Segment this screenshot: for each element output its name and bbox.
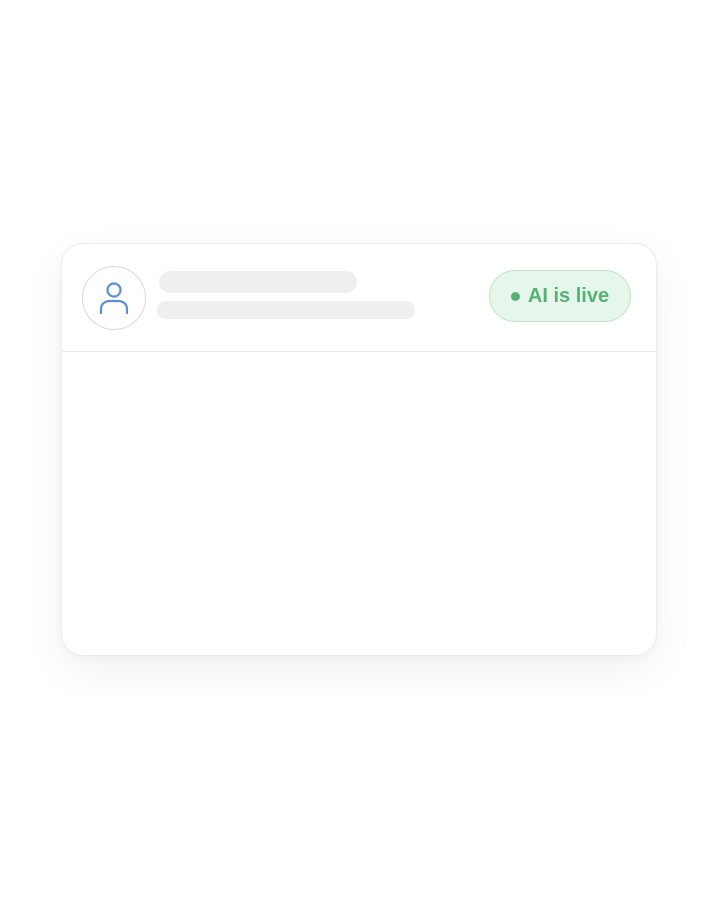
ai-status-label: AI is live (527, 285, 610, 307)
card-header: AI is live (62, 244, 656, 352)
live-dot-icon (510, 291, 520, 301)
card-body (62, 352, 656, 655)
ai-status-badge: AI is live (489, 270, 631, 322)
user-icon (98, 281, 130, 315)
avatar[interactable] (82, 266, 146, 330)
page: AI is live (0, 0, 720, 900)
conversation-card: AI is live (61, 243, 657, 656)
subtitle-placeholder (157, 301, 415, 319)
name-placeholder (159, 271, 357, 293)
